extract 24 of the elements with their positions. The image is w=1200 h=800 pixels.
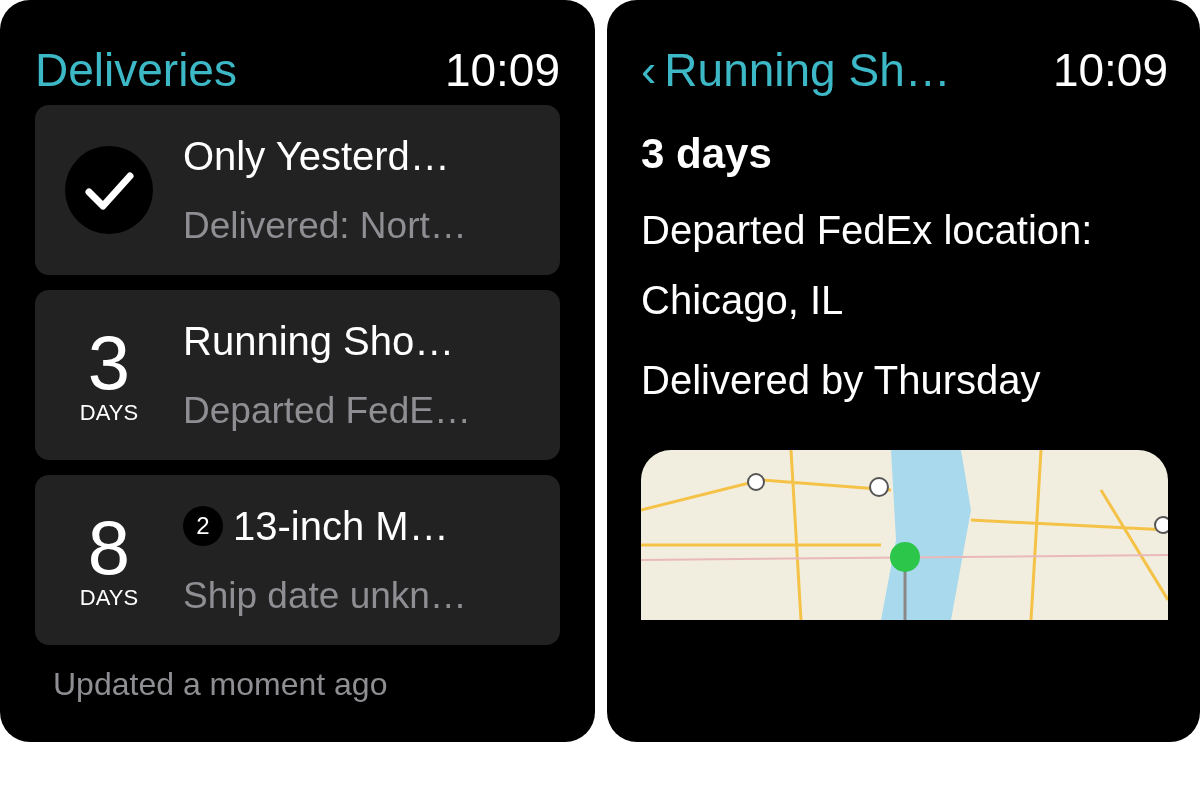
delivery-name: Running Sho…: [183, 318, 455, 366]
days-label: DAYS: [79, 400, 139, 426]
delivery-card[interactable]: 3 DAYS Running Sho… Departed FedE…: [35, 290, 560, 460]
delivery-status: Departed FedE…: [183, 389, 471, 434]
days-count: 3: [87, 324, 131, 401]
days-label: DAYS: [79, 585, 139, 611]
screen-title: Deliveries: [35, 42, 237, 98]
screen-title: Running Sh…: [664, 42, 951, 98]
clock-time: 10:09: [1052, 42, 1168, 98]
delivery-card[interactable]: 8 DAYS 2 13-inch M… Ship date unkn…: [35, 475, 560, 645]
days-count: 8: [87, 509, 131, 586]
count-badge: 2: [183, 506, 223, 547]
delivery-name: Only Yesterd…: [183, 133, 450, 181]
eta-heading: 3 days: [641, 129, 773, 179]
checkmark-icon: [65, 146, 153, 234]
clock-time: 10:09: [444, 42, 560, 98]
delivery-estimate: Delivered by Thursday: [641, 357, 1042, 404]
tracking-event: Departed FedEx location: Chicago, IL: [641, 207, 1094, 324]
update-status: Updated a moment ago: [52, 665, 389, 704]
back-button[interactable]: ‹: [641, 35, 657, 105]
delivery-status: Ship date unkn…: [183, 574, 467, 619]
delivery-card[interactable]: Only Yesterd… Delivered: Nort…: [35, 105, 560, 275]
delivery-status: Delivered: Nort…: [183, 204, 467, 249]
delivery-name: 13-inch M…: [233, 503, 449, 551]
